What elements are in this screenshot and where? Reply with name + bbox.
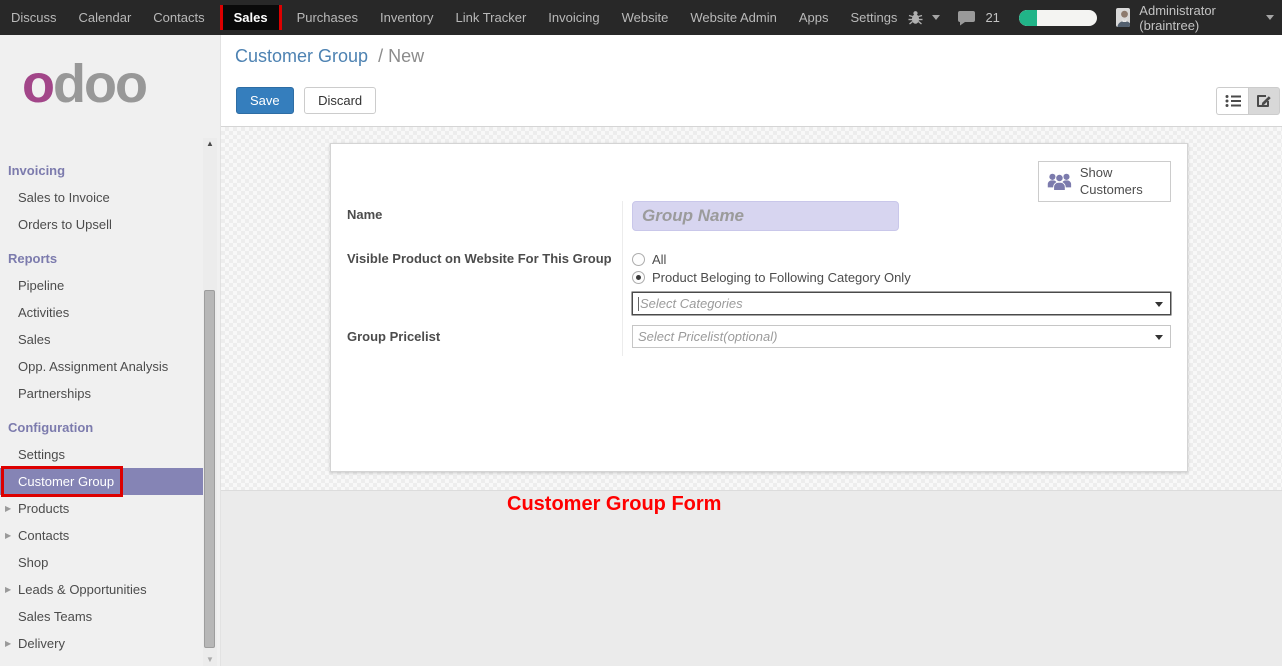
nav-item-calendar[interactable]: Calendar: [68, 0, 143, 35]
radio-option-all[interactable]: All: [632, 250, 1171, 268]
avatar[interactable]: [1116, 8, 1130, 27]
nav-item-discuss[interactable]: Discuss: [0, 0, 68, 35]
breadcrumb-current: New: [388, 46, 424, 66]
text-cursor: [638, 297, 639, 311]
radio-button-checked[interactable]: [632, 271, 645, 284]
bottom-panel: Customer Group Form: [221, 490, 1282, 666]
sidebar-section-invoicing: Invoicing: [0, 157, 203, 184]
sidebar-item-opp-assignment-analysis[interactable]: Opp. Assignment Analysis: [0, 353, 203, 380]
scroll-up-arrow-icon[interactable]: ▲: [203, 138, 217, 150]
breadcrumb: Customer Group / New: [235, 46, 424, 67]
sidebar-item-contacts[interactable]: ▶Contacts: [0, 522, 203, 549]
expand-arrow-icon: ▶: [5, 630, 11, 657]
show-customers-label: Show Customers: [1080, 165, 1162, 198]
list-view-button[interactable]: [1216, 87, 1248, 115]
nav-item-settings[interactable]: Settings: [839, 0, 908, 35]
sidebar-item-activities[interactable]: Activities: [0, 299, 203, 326]
pricelist-placeholder: Select Pricelist(optional): [638, 329, 777, 344]
progress-fill: [1019, 10, 1037, 26]
sidebar-item-shop[interactable]: Shop: [0, 549, 203, 576]
sidebar-section-configuration: Configuration: [0, 414, 203, 441]
group-pricelist-field-label: Group Pricelist: [347, 323, 622, 356]
sidebar-item-settings[interactable]: Settings: [0, 441, 203, 468]
sidebar-section-reports: Reports: [0, 245, 203, 272]
nav-item-website-admin[interactable]: Website Admin: [679, 0, 787, 35]
message-count: 21: [985, 10, 999, 25]
show-customers-button[interactable]: Show Customers: [1038, 161, 1171, 202]
nav-item-invoicing[interactable]: Invoicing: [537, 0, 610, 35]
list-icon: [1225, 94, 1241, 108]
form-view-area: Show Customers Name Visible Product on W…: [221, 127, 1282, 490]
customers-group-icon: [1047, 169, 1072, 194]
radio-option-category-only[interactable]: Product Beloging to Following Category O…: [632, 268, 1171, 286]
sidebar-item-sales-teams[interactable]: Sales Teams: [0, 603, 203, 630]
odoo-logo[interactable]: odoo: [22, 53, 146, 115]
timer-progress-pill[interactable]: [1019, 10, 1097, 26]
nav-item-inventory[interactable]: Inventory: [369, 0, 444, 35]
nav-item-purchases[interactable]: Purchases: [286, 0, 369, 35]
categories-select[interactable]: Select Categories: [632, 292, 1171, 315]
user-dropdown-caret-icon[interactable]: [1266, 15, 1274, 20]
red-annotation-box-sales: Sales: [220, 5, 282, 30]
sidebar-scrollbar[interactable]: ▲ ▼: [203, 138, 217, 666]
expand-arrow-icon: ▶: [5, 576, 11, 603]
sidebar-menu: Invoicing Sales to Invoice Orders to Ups…: [0, 150, 203, 657]
scroll-down-arrow-icon[interactable]: ▼: [203, 654, 217, 666]
annotation-caption: Customer Group Form: [507, 493, 721, 516]
select-dropdown-caret-icon: [1155, 335, 1163, 340]
sidebar-item-label: Customer Group: [18, 474, 114, 489]
nav-item-apps[interactable]: Apps: [788, 0, 840, 35]
sidebar-item-sales[interactable]: Sales: [0, 326, 203, 353]
sidebar-item-sales-to-invoice[interactable]: Sales to Invoice: [0, 184, 203, 211]
top-nav-bar: Discuss Calendar Contacts Sales Purchase…: [0, 0, 1282, 35]
form-sheet: Show Customers Name Visible Product on W…: [330, 143, 1188, 472]
nav-item-sales[interactable]: Sales: [223, 5, 279, 30]
sidebar-item-orders-to-upsell[interactable]: Orders to Upsell: [0, 211, 203, 238]
sidebar-item-partnerships[interactable]: Partnerships: [0, 380, 203, 407]
debug-dropdown-caret-icon[interactable]: [932, 15, 940, 20]
sidebar-item-customer-group[interactable]: Customer Group: [0, 468, 203, 495]
form-actions: Save Discard: [236, 87, 376, 114]
form-fields: Name Visible Product on Website For This…: [347, 201, 1171, 356]
visible-product-field-label: Visible Product on Website For This Grou…: [347, 245, 622, 323]
categories-placeholder: Select Categories: [640, 296, 743, 311]
radio-button-unchecked[interactable]: [632, 253, 645, 266]
debug-bug-icon[interactable]: [908, 10, 923, 25]
sidebar-item-delivery[interactable]: ▶Delivery: [0, 630, 203, 657]
nav-item-contacts[interactable]: Contacts: [142, 0, 215, 35]
sidebar-item-products[interactable]: ▶Products: [0, 495, 203, 522]
messages-icon[interactable]: [957, 10, 976, 26]
name-field-label: Name: [347, 201, 622, 245]
nav-item-website[interactable]: Website: [611, 0, 680, 35]
sidebar-item-pipeline[interactable]: Pipeline: [0, 272, 203, 299]
radio-label: Product Beloging to Following Category O…: [652, 270, 911, 285]
save-button[interactable]: Save: [236, 87, 294, 114]
sidebar: odoo Invoicing Sales to Invoice Orders t…: [0, 35, 221, 666]
radio-label: All: [652, 252, 666, 267]
form-view-button[interactable]: [1248, 87, 1280, 115]
scrollbar-thumb[interactable]: [204, 290, 215, 648]
expand-arrow-icon: ▶: [5, 495, 11, 522]
control-panel: Customer Group / New Save Discard: [221, 35, 1282, 127]
expand-arrow-icon: ▶: [5, 522, 11, 549]
sidebar-item-leads-opportunities[interactable]: ▶Leads & Opportunities: [0, 576, 203, 603]
view-switcher: [1216, 87, 1280, 115]
breadcrumb-separator: /: [378, 46, 383, 66]
group-name-input[interactable]: [632, 201, 899, 231]
pricelist-select[interactable]: Select Pricelist(optional): [632, 325, 1171, 348]
edit-icon: [1256, 93, 1272, 109]
breadcrumb-parent-link[interactable]: Customer Group: [235, 46, 368, 66]
discard-button[interactable]: Discard: [304, 87, 376, 114]
user-menu[interactable]: Administrator (braintree): [1139, 3, 1257, 33]
nav-item-link-tracker[interactable]: Link Tracker: [444, 0, 537, 35]
select-dropdown-caret-icon: [1155, 302, 1163, 307]
